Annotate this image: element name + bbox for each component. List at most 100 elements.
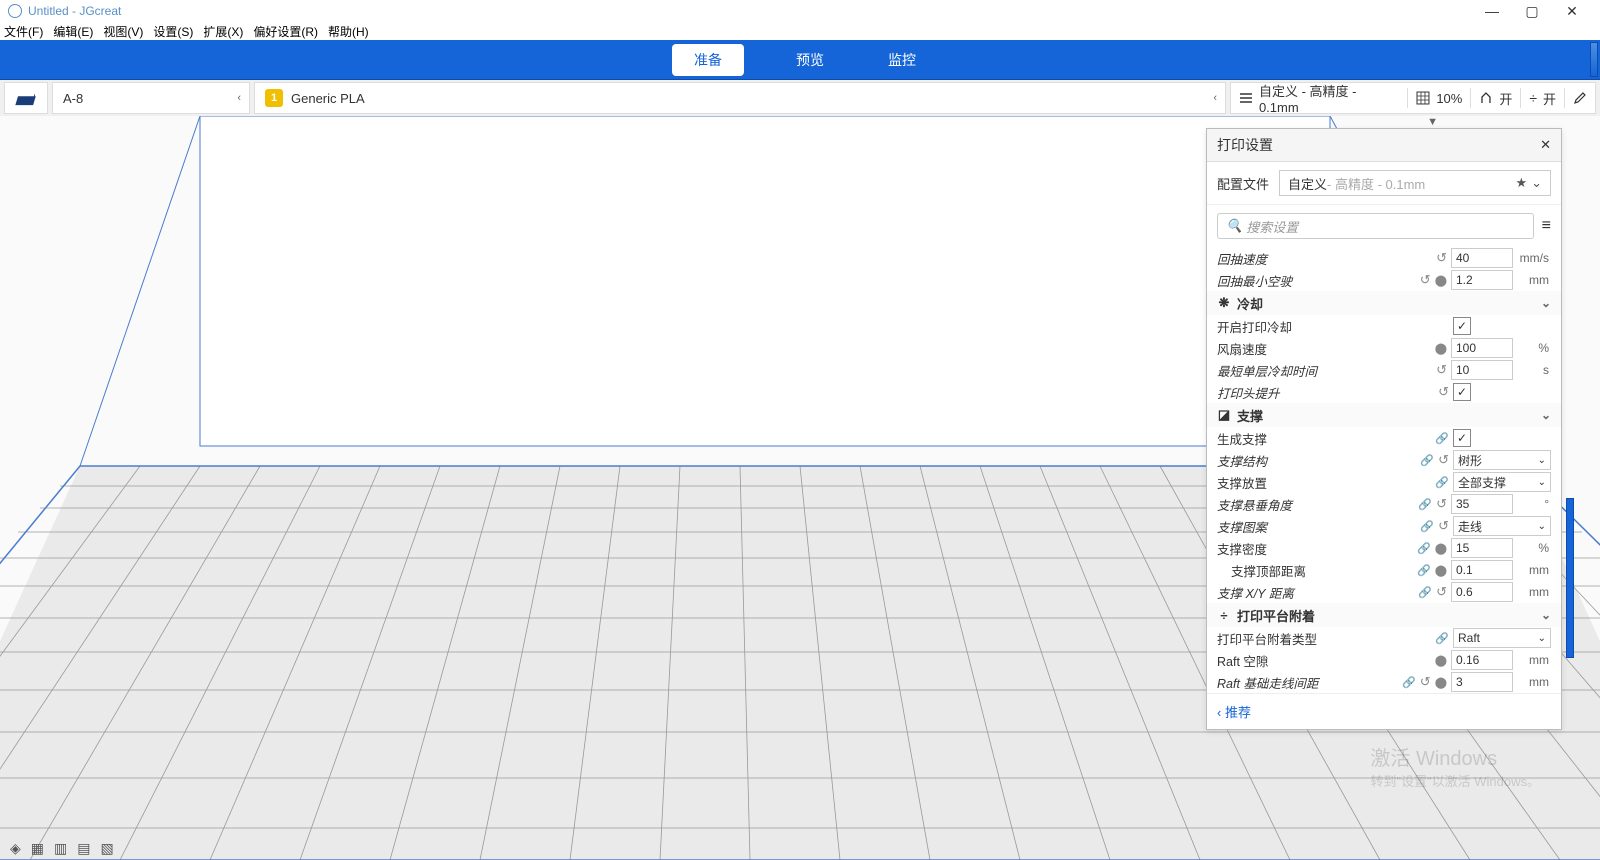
setting-support-placement: 支撑放置 🔗 全部支撑⌄	[1207, 471, 1561, 493]
panel-close-button[interactable]: ✕	[1540, 137, 1551, 153]
link-icon[interactable]: ⬤	[1435, 564, 1447, 577]
retraction-speed-input[interactable]: 40	[1451, 248, 1513, 268]
adhesion-value: 开	[1543, 89, 1556, 108]
profile-row: 配置文件 自定义 - 高精度 - 0.1mm ★⌄	[1207, 162, 1561, 205]
menu-view[interactable]: 视图(V)	[103, 23, 143, 40]
minimize-button[interactable]: —	[1472, 3, 1512, 19]
link-icon[interactable]: ⬤	[1435, 342, 1447, 355]
search-input[interactable]: 🔍 搜索设置	[1217, 213, 1534, 239]
printer-selector[interactable]: A-8 ‹	[52, 82, 250, 114]
link-icon[interactable]: 🔗	[1435, 432, 1449, 445]
support-density-input[interactable]: 15	[1451, 538, 1513, 558]
enable-cooling-checkbox[interactable]: ✓	[1453, 317, 1471, 335]
view-right-icon[interactable]: ▧	[100, 840, 113, 857]
support-overhang-input[interactable]: 35	[1451, 494, 1513, 514]
section-support[interactable]: ◪ 支撑 ⌄	[1207, 403, 1561, 427]
menu-help[interactable]: 帮助(H)	[328, 23, 369, 40]
secondary-bar: A-8 ‹ 1 Generic PLA ‹ 自定义 - 高精度 - 0.1mm …	[0, 80, 1600, 116]
setting-retraction-min-travel: 回抽最小空驶 ↺ ⬤ 1.2 mm	[1207, 269, 1561, 291]
link-icon[interactable]: 🔗	[1420, 454, 1434, 467]
reset-icon[interactable]: ↺	[1420, 674, 1431, 690]
chevron-down-icon: ⌄	[1541, 296, 1551, 310]
support-pattern-select[interactable]: 走线⌄	[1453, 516, 1551, 536]
reset-icon[interactable]: ↺	[1436, 496, 1447, 512]
menu-file[interactable]: 文件(F)	[4, 23, 43, 40]
chevron-down-icon: ⌄	[1541, 608, 1551, 622]
setting-min-layer-time: 最短单层冷却时间 ↺ 10 s	[1207, 359, 1561, 381]
menu-edit[interactable]: 编辑(E)	[53, 23, 93, 40]
link-icon[interactable]: 🔗	[1420, 520, 1434, 533]
infill-icon	[1416, 91, 1430, 105]
link-icon[interactable]: 🔗	[1417, 564, 1431, 577]
profile-label: 配置文件	[1217, 174, 1269, 193]
reset-icon[interactable]: ↺	[1436, 584, 1447, 600]
profile-select[interactable]: 自定义 - 高精度 - 0.1mm ★⌄	[1279, 170, 1551, 196]
link-icon[interactable]: 🔗	[1417, 542, 1431, 555]
raft-airgap-input[interactable]: 0.16	[1451, 650, 1513, 670]
view-3d-icon[interactable]: ◈	[10, 840, 21, 857]
search-placeholder: 搜索设置	[1246, 217, 1298, 236]
section-cooling[interactable]: ❋ 冷却 ⌄	[1207, 291, 1561, 315]
link-icon[interactable]: 🔗	[1435, 476, 1449, 489]
printer-name: A-8	[63, 91, 83, 106]
lift-head-checkbox[interactable]: ✓	[1453, 383, 1471, 401]
recommend-link[interactable]: ‹ 推荐	[1217, 705, 1251, 720]
print-profile-bar[interactable]: 自定义 - 高精度 - 0.1mm 10% 开 ÷ 开	[1230, 82, 1596, 114]
reset-icon[interactable]: ↺	[1438, 452, 1449, 468]
tab-prepare[interactable]: 准备	[672, 44, 744, 76]
support-structure-select[interactable]: 树形⌄	[1453, 450, 1551, 470]
tab-preview[interactable]: 预览	[784, 46, 836, 74]
window-title: Untitled - JGcreat	[28, 4, 121, 18]
support-placement-select[interactable]: 全部支撑⌄	[1453, 472, 1551, 492]
reset-icon[interactable]: ↺	[1438, 518, 1449, 534]
link-icon[interactable]: ⬤	[1435, 542, 1447, 555]
generate-support-checkbox[interactable]: ✓	[1453, 429, 1471, 447]
chevron-left-icon: ‹	[1213, 92, 1217, 104]
link-icon[interactable]: 🔗	[1402, 676, 1416, 689]
open-file-button[interactable]	[4, 82, 48, 114]
view-front-icon[interactable]: ▦	[31, 840, 44, 857]
view-left-icon[interactable]: ▤	[77, 840, 90, 857]
support-icon	[1479, 91, 1493, 105]
link-icon[interactable]: ⬤	[1435, 676, 1447, 689]
setting-support-density: 支撑密度 🔗 ⬤ 15 %	[1207, 537, 1561, 559]
title-bar: Untitled - JGcreat — ▢ ✕	[0, 0, 1600, 22]
settings-list[interactable]: 回抽速度 ↺ 40 mm/s 回抽最小空驶 ↺ ⬤ 1.2 mm ❋ 冷却 ⌄ …	[1207, 247, 1561, 693]
reset-icon[interactable]: ↺	[1438, 384, 1449, 400]
layer-slider[interactable]	[1566, 498, 1574, 658]
link-icon[interactable]: 🔗	[1418, 586, 1432, 599]
reset-icon[interactable]: ↺	[1436, 250, 1447, 266]
menu-extensions[interactable]: 扩展(X)	[203, 23, 243, 40]
view-top-icon[interactable]: ▥	[54, 840, 67, 857]
setting-support-structure: 支撑结构 🔗 ↺ 树形⌄	[1207, 449, 1561, 471]
status-bar: ◈ ▦ ▥ ▤ ▧	[0, 836, 124, 860]
panel-title-bar: 打印设置 ✕	[1207, 129, 1561, 162]
link-icon[interactable]: ⬤	[1435, 274, 1447, 287]
raft-line-spacing-input[interactable]: 3	[1451, 672, 1513, 692]
maximize-button[interactable]: ▢	[1512, 3, 1552, 20]
material-selector[interactable]: 1 Generic PLA ‹	[254, 82, 1226, 114]
adhesion-type-select[interactable]: Raft⌄	[1453, 628, 1551, 648]
link-icon[interactable]: 🔗	[1435, 632, 1449, 645]
link-icon[interactable]: 🔗	[1418, 498, 1432, 511]
material-badge-icon: 1	[265, 89, 283, 107]
reset-icon[interactable]: ↺	[1436, 362, 1447, 378]
link-icon[interactable]: ⬤	[1435, 654, 1447, 667]
setting-lift-head: 打印头提升 ↺ ✓	[1207, 381, 1561, 403]
min-layer-time-input[interactable]: 10	[1451, 360, 1513, 380]
recommend-row[interactable]: ‹ 推荐	[1207, 693, 1561, 729]
profile-name: 自定义	[1288, 174, 1327, 193]
menu-settings[interactable]: 设置(S)	[153, 23, 193, 40]
dropdown-indicator-icon: ▼	[1427, 116, 1438, 128]
support-xy-distance-input[interactable]: 0.6	[1451, 582, 1513, 602]
tab-monitor[interactable]: 监控	[876, 46, 928, 74]
fan-speed-input[interactable]: 100	[1451, 338, 1513, 358]
reset-icon[interactable]: ↺	[1420, 272, 1431, 288]
settings-menu-button[interactable]: ≡	[1542, 217, 1551, 235]
menu-preferences[interactable]: 偏好设置(R)	[253, 23, 318, 40]
close-button[interactable]: ✕	[1552, 3, 1592, 20]
support-top-distance-input[interactable]: 0.1	[1451, 560, 1513, 580]
section-adhesion[interactable]: ÷ 打印平台附着 ⌄	[1207, 603, 1561, 627]
lines-icon	[1239, 91, 1253, 105]
retraction-min-travel-input[interactable]: 1.2	[1451, 270, 1513, 290]
